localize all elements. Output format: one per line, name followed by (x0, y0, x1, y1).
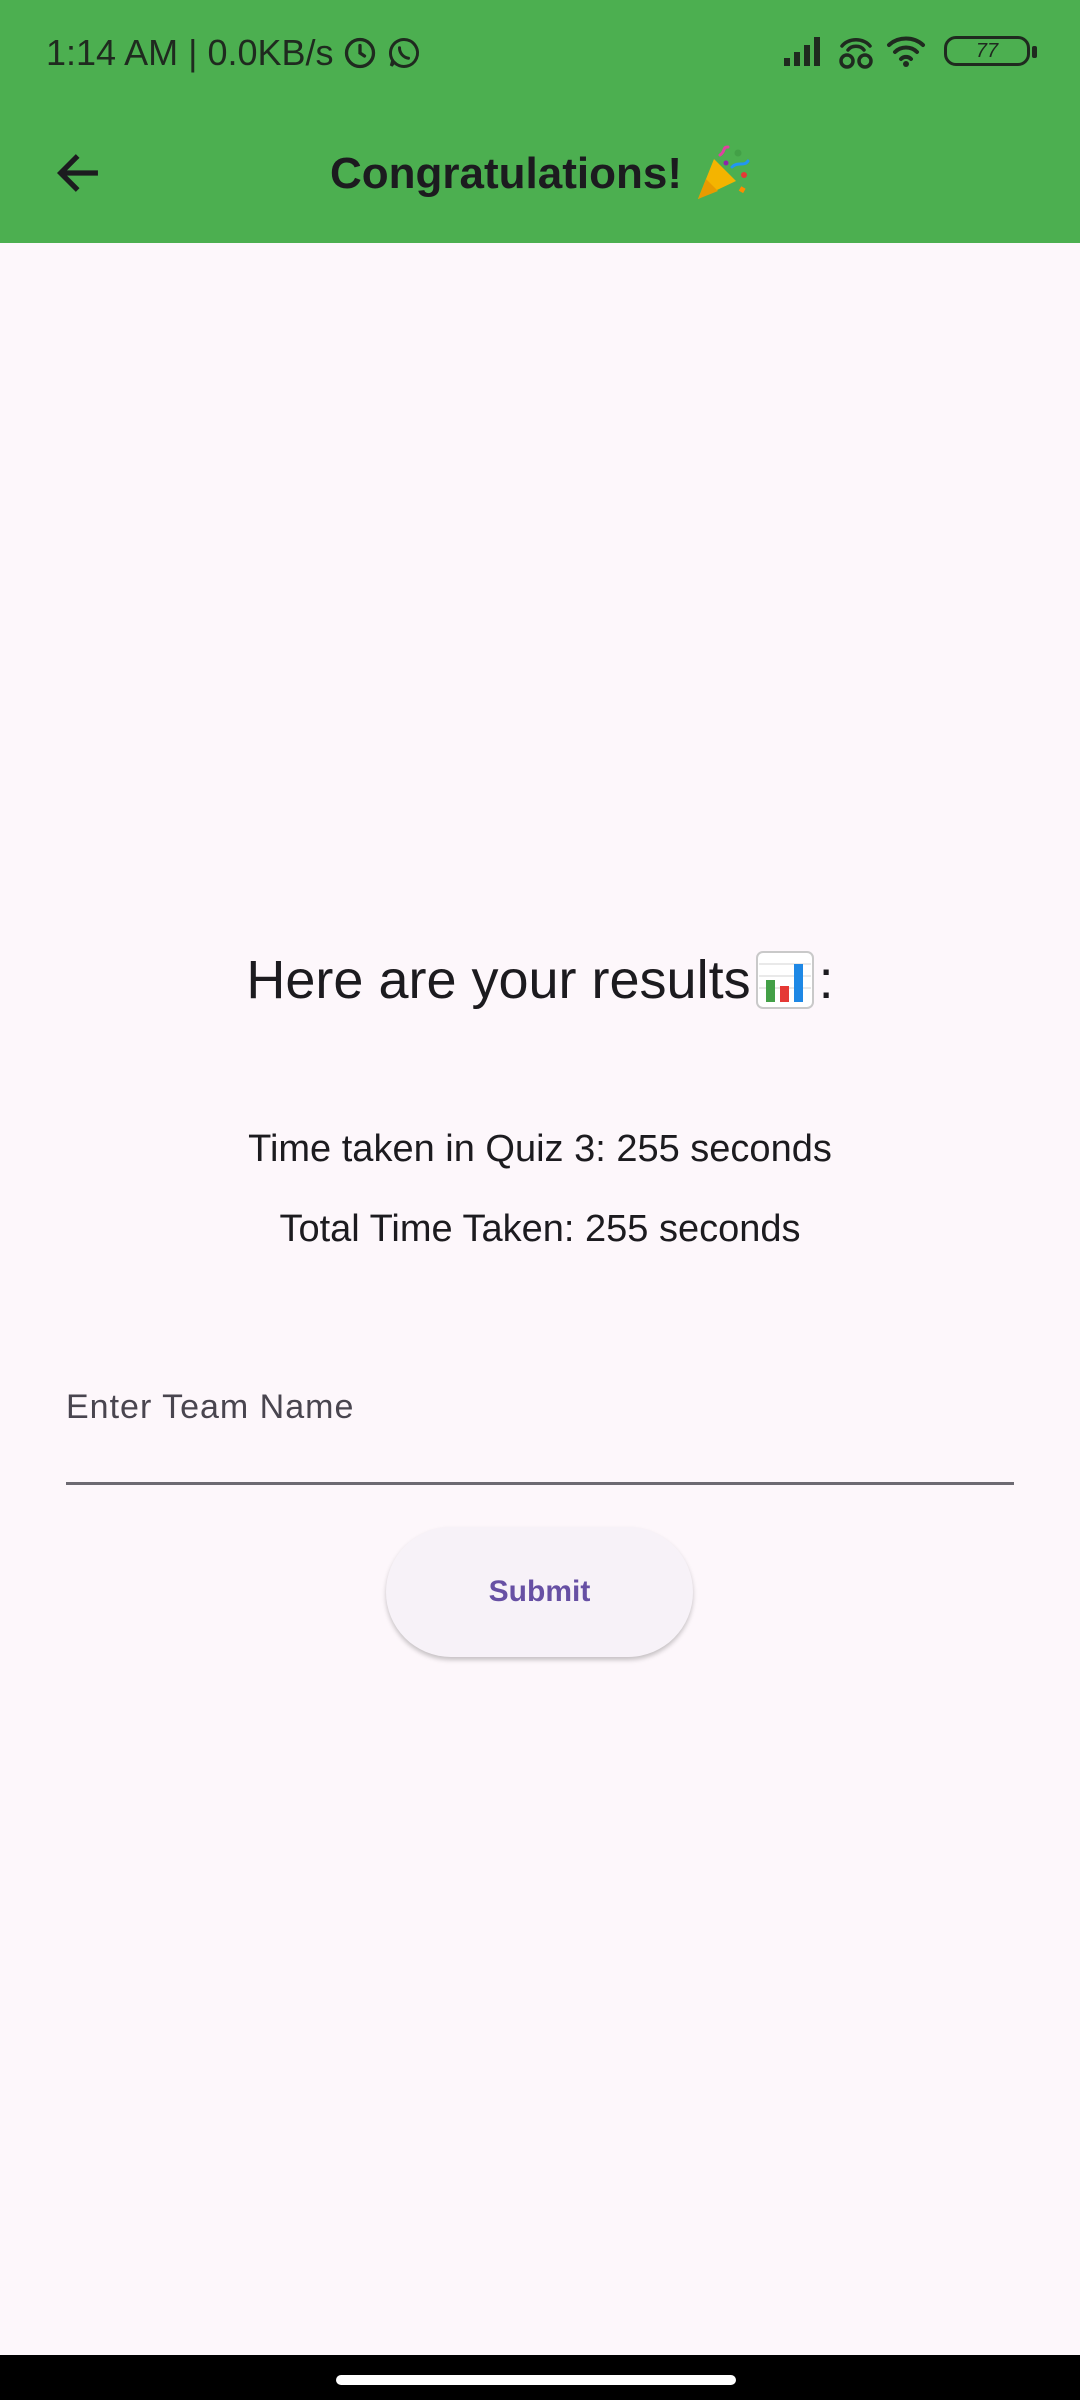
battery-level: 77 (944, 36, 1030, 66)
party-popper-icon (692, 145, 750, 203)
battery-icon: 77 (944, 36, 1040, 70)
status-time-speed: 1:14 AM | 0.0KB/s (46, 32, 334, 73)
team-name-field[interactable]: Enter Team Name (66, 1370, 1018, 1485)
results-heading-text: Here are your results (246, 950, 751, 1010)
wifi-icon (886, 34, 926, 73)
results-heading-suffix: : (818, 950, 834, 1010)
status-right: 77 (782, 30, 1040, 76)
alarm-icon (342, 35, 378, 71)
quiz-time-text: Time taken in Quiz 3: 255 seconds (248, 1128, 832, 1170)
page-title-text: Congratulations! (330, 149, 682, 198)
status-bar: 1:14 AM | 0.0KB/s 77 (0, 0, 1080, 105)
page-title: Congratulations! (0, 105, 1080, 243)
toolbar: Congratulations! (0, 105, 1080, 243)
app-bar: 1:14 AM | 0.0KB/s 77 Congratulations! (0, 0, 1080, 243)
submit-button[interactable]: Submit (386, 1527, 693, 1657)
team-name-input[interactable] (66, 1370, 1018, 1484)
status-left: 1:14 AM | 0.0KB/s (46, 30, 422, 76)
hotspot-icon (836, 32, 876, 75)
bar-chart-icon (755, 950, 815, 1010)
navigation-bar (0, 2355, 1080, 2400)
whatsapp-icon (386, 35, 422, 71)
home-indicator[interactable] (336, 2375, 736, 2385)
signal-icon (782, 34, 826, 73)
total-time-text: Total Time Taken: 255 seconds (279, 1208, 801, 1250)
results-heading: Here are your results : (0, 940, 1080, 1020)
